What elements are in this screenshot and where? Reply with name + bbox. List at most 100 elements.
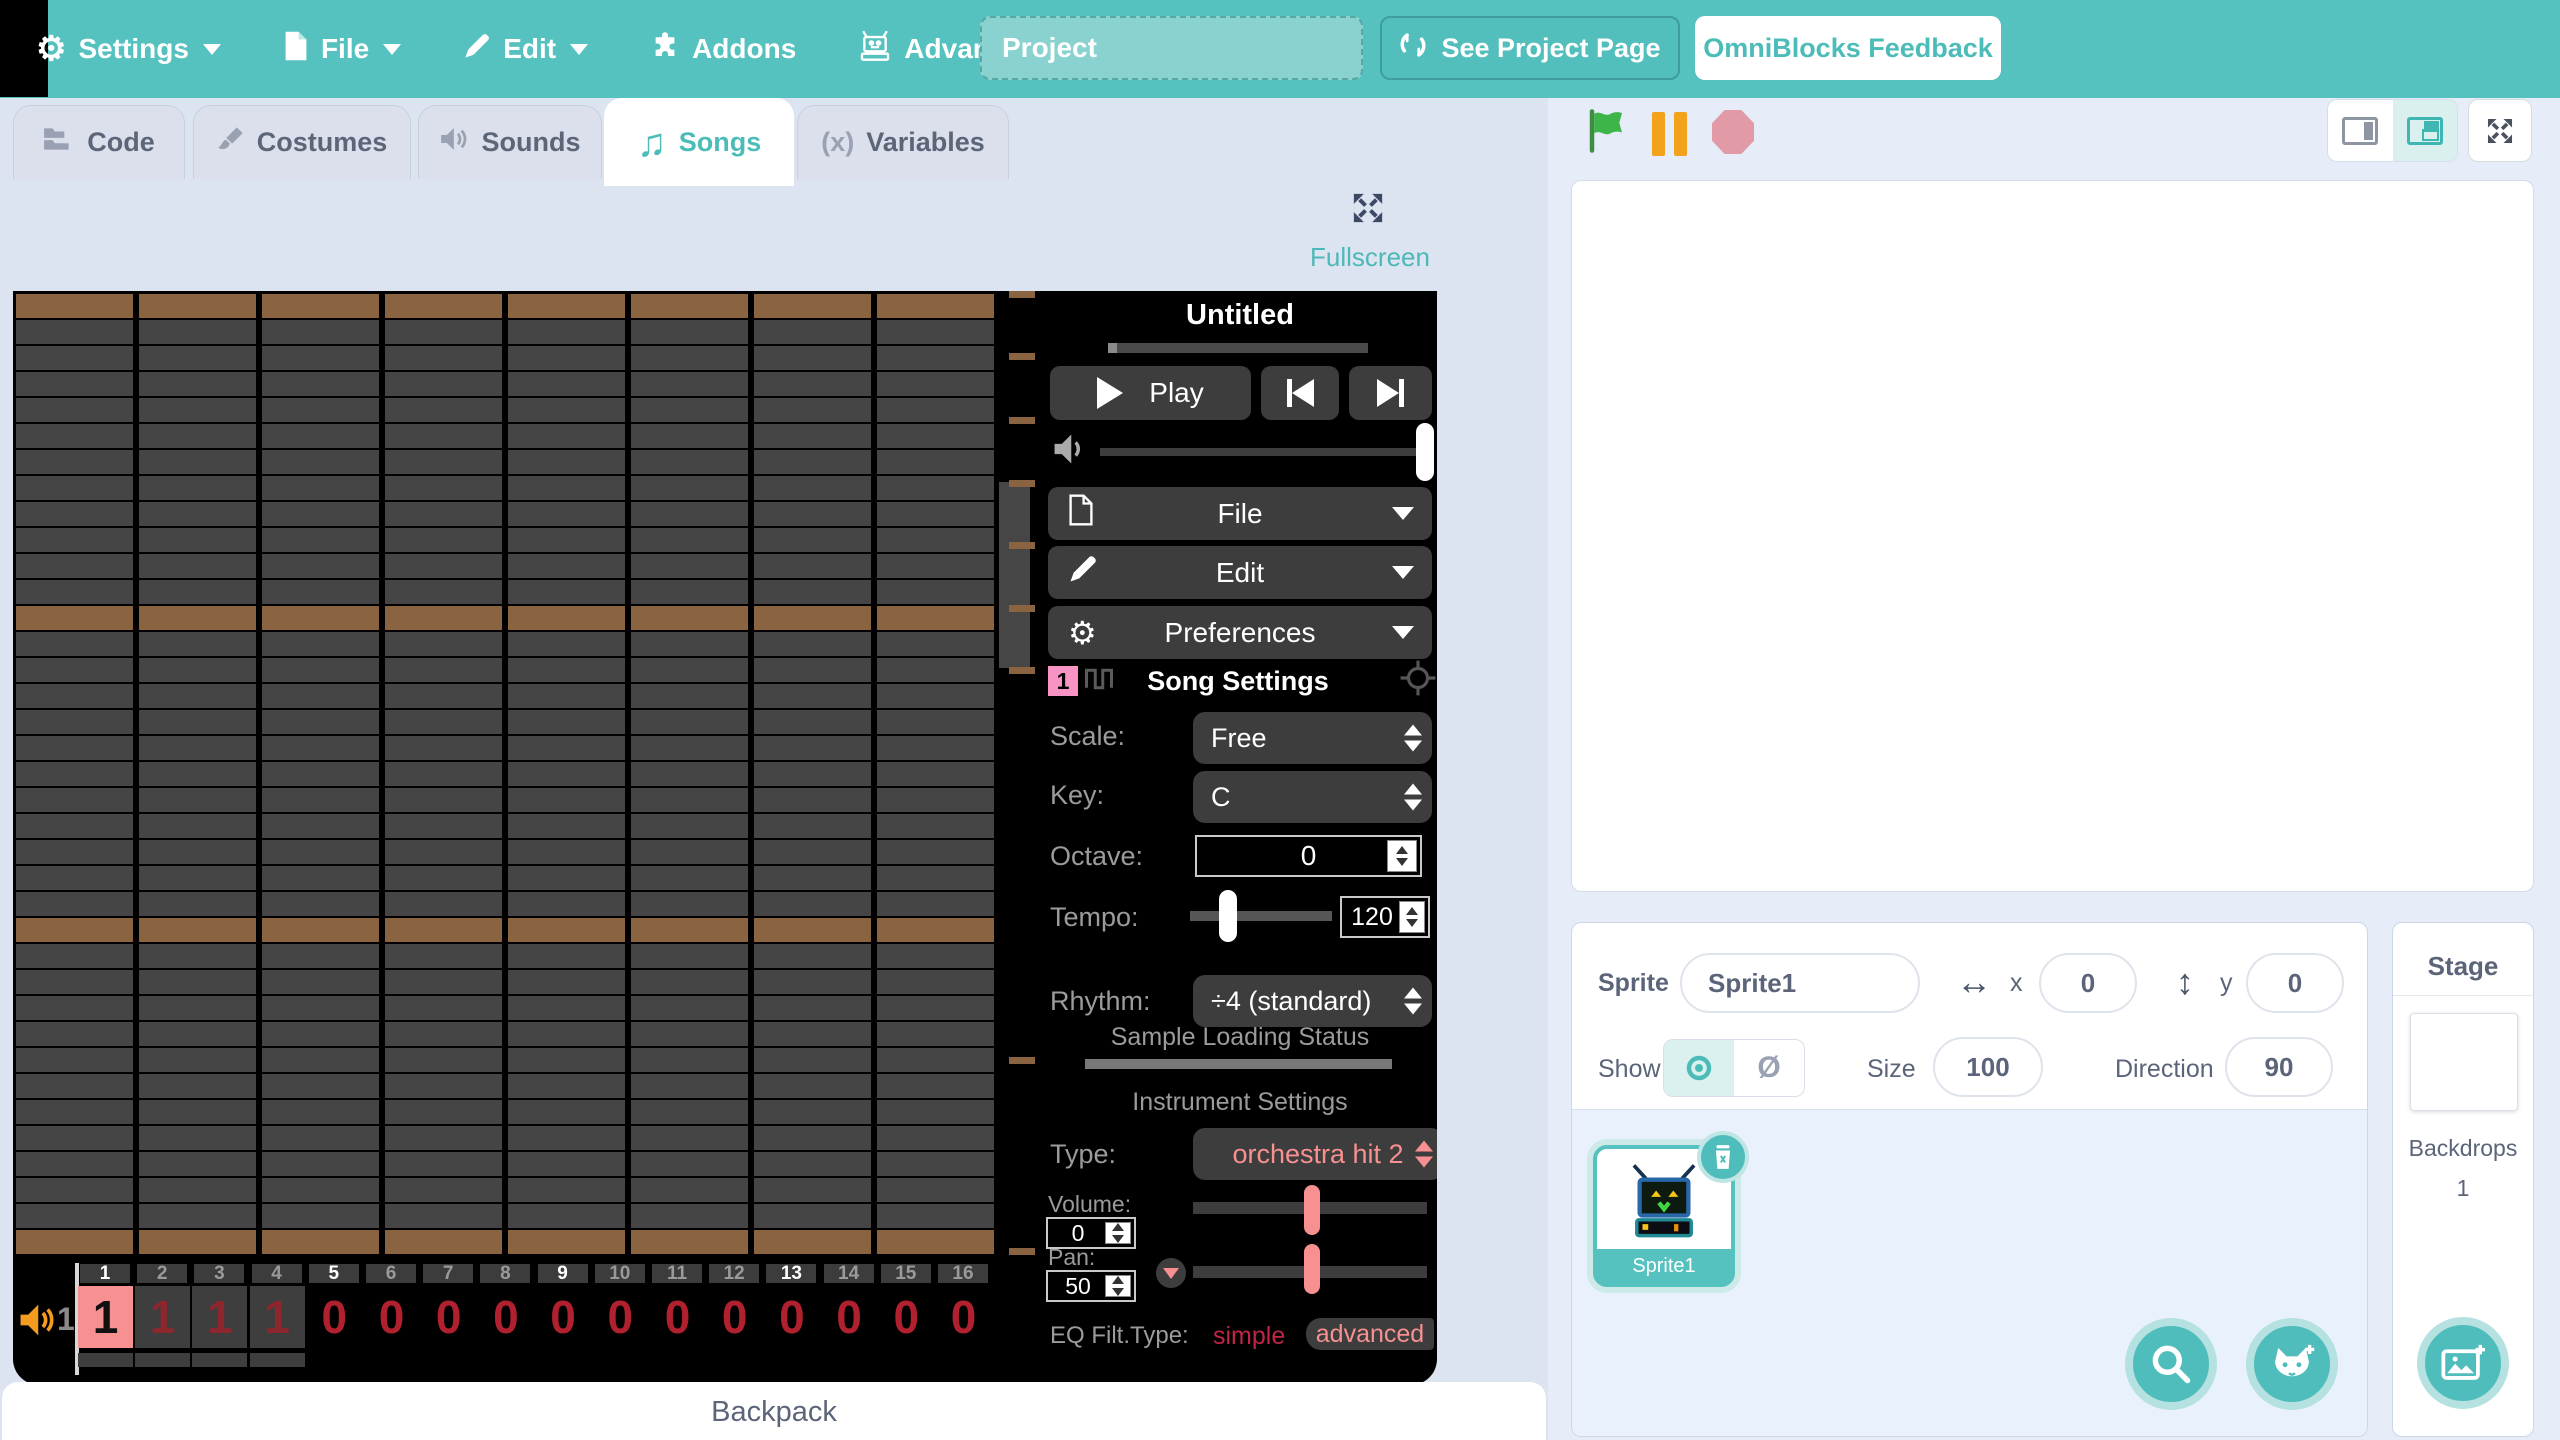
note-cell[interactable] [139, 632, 256, 656]
note-cell[interactable] [877, 710, 994, 734]
step-value[interactable]: 0 [764, 1286, 819, 1348]
step-number[interactable]: 6 [366, 1264, 416, 1283]
note-cell[interactable] [508, 1074, 625, 1098]
project-name-input[interactable] [980, 16, 1363, 80]
note-cell[interactable] [508, 1152, 625, 1176]
note-cell[interactable] [385, 1126, 502, 1150]
note-cell[interactable] [508, 1100, 625, 1124]
note-cell[interactable] [262, 1074, 379, 1098]
note-cell[interactable] [385, 970, 502, 994]
note-cell[interactable] [385, 1178, 502, 1202]
note-cell[interactable] [385, 840, 502, 864]
step-number[interactable]: 7 [423, 1264, 474, 1283]
omniblocks-feedback-button[interactable]: OmniBlocks Feedback [1695, 16, 2001, 80]
note-cell[interactable] [262, 1022, 379, 1046]
sprite-x-input[interactable]: 0 [2039, 953, 2137, 1013]
note-cell[interactable] [631, 918, 748, 942]
note-cell[interactable] [754, 554, 871, 578]
note-cell[interactable] [262, 684, 379, 708]
note-cell[interactable] [16, 528, 133, 552]
skip-to-start-button[interactable] [1261, 366, 1339, 420]
editor-fullscreen-label[interactable]: Fullscreen [1280, 242, 1460, 273]
note-cell[interactable] [139, 606, 256, 630]
note-cell[interactable] [754, 762, 871, 786]
note-cell[interactable] [139, 658, 256, 682]
minimap-scroll-thumb[interactable] [999, 482, 1030, 668]
note-cell[interactable] [262, 1100, 379, 1124]
eq-simple-option[interactable]: simple [1213, 1322, 1285, 1351]
note-cell[interactable] [877, 814, 994, 838]
note-cell[interactable] [262, 1204, 379, 1228]
menu-addons[interactable]: Addons [650, 31, 796, 68]
note-cell[interactable] [508, 320, 625, 344]
note-cell[interactable] [385, 1022, 502, 1046]
note-cell[interactable] [508, 840, 625, 864]
note-cell[interactable] [631, 814, 748, 838]
note-cell[interactable] [385, 580, 502, 604]
note-cell[interactable] [877, 1074, 994, 1098]
step-number[interactable]: 16 [938, 1264, 988, 1283]
note-cell[interactable] [16, 1048, 133, 1072]
note-cell[interactable] [139, 320, 256, 344]
note-cell[interactable] [262, 502, 379, 526]
green-flag-button[interactable] [1586, 108, 1628, 159]
note-cell[interactable] [877, 996, 994, 1020]
step-value[interactable]: 1 [78, 1286, 133, 1348]
note-cell[interactable] [139, 476, 256, 500]
note-cell[interactable] [754, 1126, 871, 1150]
note-cell[interactable] [262, 1230, 379, 1254]
note-cell[interactable] [877, 320, 994, 344]
note-cell[interactable] [385, 996, 502, 1020]
note-cell[interactable] [508, 476, 625, 500]
note-cell[interactable] [262, 996, 379, 1020]
note-cell[interactable] [139, 424, 256, 448]
spinner-buttons[interactable] [1387, 840, 1417, 872]
note-cell[interactable] [877, 606, 994, 630]
note-cell[interactable] [385, 658, 502, 682]
note-cell[interactable] [385, 528, 502, 552]
note-cell[interactable] [508, 580, 625, 604]
tempo-input[interactable]: 120 [1340, 896, 1430, 938]
note-cell[interactable] [508, 658, 625, 682]
note-cell[interactable] [262, 970, 379, 994]
note-cell[interactable] [16, 918, 133, 942]
note-cell[interactable] [508, 996, 625, 1020]
note-cell[interactable] [631, 398, 748, 422]
small-stage-button[interactable] [2328, 100, 2393, 161]
note-cell[interactable] [139, 866, 256, 890]
tempo-slider[interactable] [1190, 911, 1332, 921]
note-cell[interactable] [385, 1100, 502, 1124]
note-cell[interactable] [262, 866, 379, 890]
file-menu-button[interactable]: File [1048, 487, 1432, 540]
hide-button[interactable]: Ø [1734, 1040, 1804, 1096]
stage-selector-panel[interactable]: Stage Backdrops 1 [2392, 922, 2534, 1437]
note-cell[interactable] [16, 1204, 133, 1228]
note-cell[interactable] [262, 918, 379, 942]
note-cell[interactable] [877, 346, 994, 370]
note-cell[interactable] [754, 814, 871, 838]
sprite-card-sprite1[interactable]: Sprite1 [1593, 1131, 1749, 1287]
note-cell[interactable] [754, 450, 871, 474]
play-button[interactable]: Play [1050, 366, 1251, 420]
pan-input[interactable]: 50 [1046, 1270, 1136, 1302]
sprite-size-input[interactable]: 100 [1933, 1037, 2043, 1097]
note-cell[interactable] [754, 632, 871, 656]
note-cell[interactable] [508, 372, 625, 396]
note-cell[interactable] [631, 1204, 748, 1228]
note-cell[interactable] [385, 450, 502, 474]
note-cell[interactable] [262, 1178, 379, 1202]
note-cell[interactable] [877, 1126, 994, 1150]
backpack-bar[interactable]: Backpack [2, 1382, 1546, 1440]
note-cell[interactable] [139, 1152, 256, 1176]
spinner-buttons[interactable] [1399, 901, 1425, 933]
note-cell[interactable] [631, 502, 748, 526]
note-cell[interactable] [508, 450, 625, 474]
note-cell[interactable] [508, 1126, 625, 1150]
note-cell[interactable] [754, 1022, 871, 1046]
note-cell[interactable] [754, 970, 871, 994]
note-cell[interactable] [877, 476, 994, 500]
note-cell[interactable] [262, 710, 379, 734]
note-cell[interactable] [16, 1230, 133, 1254]
note-cell[interactable] [877, 840, 994, 864]
step-number[interactable]: 5 [308, 1264, 359, 1283]
